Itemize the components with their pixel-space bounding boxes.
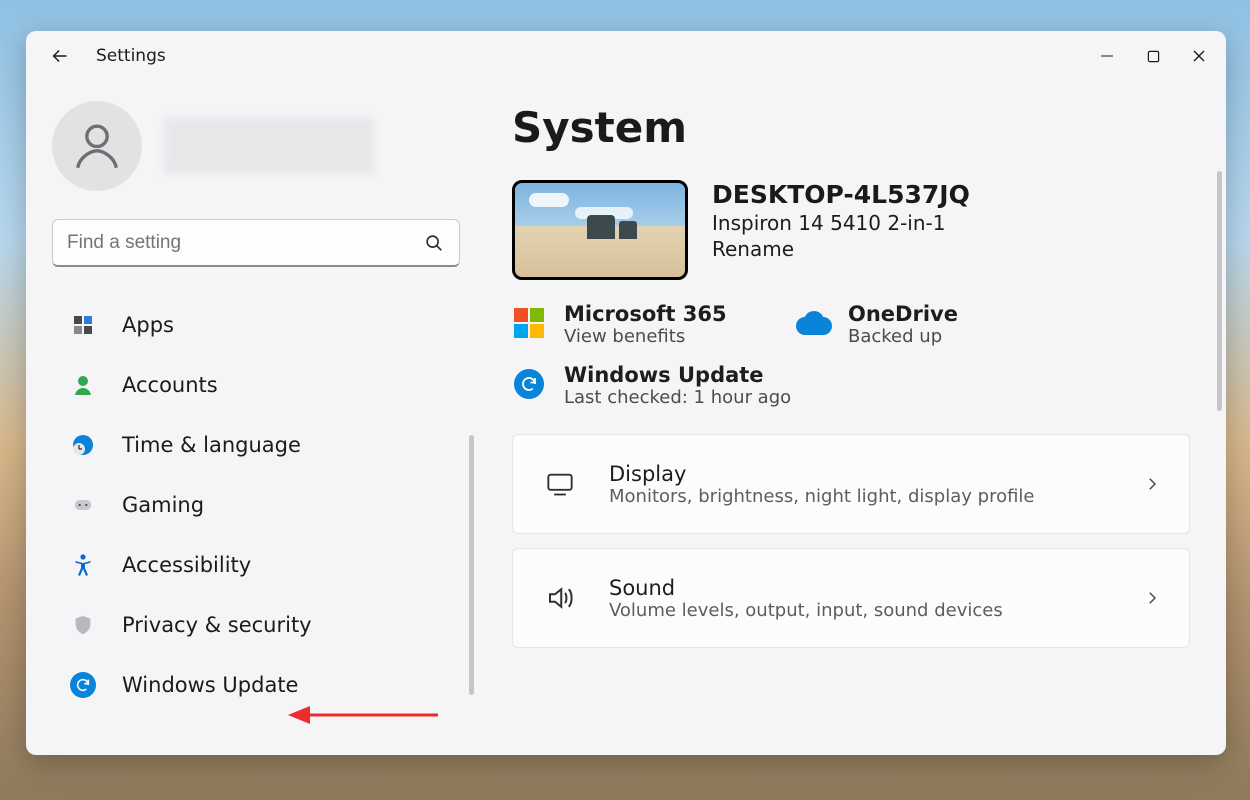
minimize-button[interactable] xyxy=(1084,36,1130,76)
close-button[interactable] xyxy=(1176,36,1222,76)
accounts-icon xyxy=(70,372,96,398)
settings-window: Settings xyxy=(26,31,1226,755)
profile-name-redacted xyxy=(164,118,374,174)
windows-update-icon xyxy=(70,672,96,698)
card-subtitle: Volume levels, output, input, sound devi… xyxy=(609,600,1113,621)
card-title: Sound xyxy=(609,576,1113,600)
close-icon xyxy=(1192,49,1206,63)
tile-subtitle: View benefits xyxy=(564,326,727,347)
tile-title: Windows Update xyxy=(564,363,791,387)
profile-block[interactable] xyxy=(52,101,460,191)
tile-microsoft-365[interactable]: Microsoft 365 View benefits xyxy=(512,302,772,347)
onedrive-icon xyxy=(796,306,830,340)
shield-icon xyxy=(70,612,96,638)
sidebar-item-time-language[interactable]: Time & language xyxy=(52,415,460,475)
accessibility-icon xyxy=(70,552,96,578)
chevron-right-icon xyxy=(1143,589,1161,607)
app-title: Settings xyxy=(96,46,166,66)
sidebar-item-label: Accessibility xyxy=(122,553,251,577)
settings-cards: Display Monitors, brightness, night ligh… xyxy=(512,434,1190,648)
sidebar-item-apps[interactable]: Apps xyxy=(52,295,460,355)
tile-title: OneDrive xyxy=(848,302,958,326)
sidebar-item-gaming[interactable]: Gaming xyxy=(52,475,460,535)
sidebar-scrollbar[interactable] xyxy=(469,435,474,695)
avatar xyxy=(52,101,142,191)
sidebar-item-label: Accounts xyxy=(122,373,218,397)
sidebar-item-label: Privacy & security xyxy=(122,613,312,637)
sidebar-item-label: Windows Update xyxy=(122,673,298,697)
sidebar: Apps Accounts Time & language xyxy=(26,81,486,755)
window-body: Apps Accounts Time & language xyxy=(26,81,1226,755)
tile-onedrive[interactable]: OneDrive Backed up xyxy=(796,302,1056,347)
status-tiles: Microsoft 365 View benefits OneDrive Bac… xyxy=(512,302,1190,347)
sidebar-item-label: Gaming xyxy=(122,493,204,517)
titlebar-left: Settings xyxy=(44,40,166,72)
arrow-left-icon xyxy=(49,45,71,67)
tile-windows-update[interactable]: Windows Update Last checked: 1 hour ago xyxy=(512,363,1190,408)
sidebar-item-accessibility[interactable]: Accessibility xyxy=(52,535,460,595)
apps-icon xyxy=(70,312,96,338)
device-model: Inspiron 14 5410 2-in-1 xyxy=(712,211,970,235)
sidebar-nav: Apps Accounts Time & language xyxy=(52,295,460,715)
microsoft-logo-icon xyxy=(512,306,546,340)
sidebar-item-privacy-security[interactable]: Privacy & security xyxy=(52,595,460,655)
main-scrollbar[interactable] xyxy=(1217,171,1222,411)
device-wallpaper-thumb[interactable] xyxy=(512,180,688,280)
card-subtitle: Monitors, brightness, night light, displ… xyxy=(609,486,1113,507)
titlebar: Settings xyxy=(26,31,1226,81)
search-icon xyxy=(423,232,445,254)
tile-title: Microsoft 365 xyxy=(564,302,727,326)
maximize-button[interactable] xyxy=(1130,36,1176,76)
sidebar-item-windows-update[interactable]: Windows Update xyxy=(52,655,460,715)
search-input[interactable] xyxy=(67,232,423,254)
window-controls xyxy=(1084,36,1222,76)
sidebar-item-label: Time & language xyxy=(122,433,301,457)
device-info: DESKTOP-4L537JQ Inspiron 14 5410 2-in-1 … xyxy=(712,180,970,261)
sidebar-item-label: Apps xyxy=(122,313,174,337)
gaming-icon xyxy=(70,492,96,518)
card-sound[interactable]: Sound Volume levels, output, input, soun… xyxy=(512,548,1190,648)
sound-icon xyxy=(541,579,579,617)
windows-update-icon xyxy=(512,367,546,401)
maximize-icon xyxy=(1147,50,1160,63)
page-title: System xyxy=(512,103,1190,152)
device-summary: DESKTOP-4L537JQ Inspiron 14 5410 2-in-1 … xyxy=(512,180,1190,280)
person-icon xyxy=(68,117,126,175)
back-button[interactable] xyxy=(44,40,76,72)
rename-link[interactable]: Rename xyxy=(712,237,970,261)
tile-subtitle: Last checked: 1 hour ago xyxy=(564,387,791,408)
main-content: System DESKTOP-4L537JQ Inspiron 14 5410 … xyxy=(486,81,1226,755)
tile-subtitle: Backed up xyxy=(848,326,958,347)
device-name: DESKTOP-4L537JQ xyxy=(712,180,970,209)
chevron-right-icon xyxy=(1143,475,1161,493)
card-title: Display xyxy=(609,462,1113,486)
time-language-icon xyxy=(70,432,96,458)
display-icon xyxy=(541,465,579,503)
card-display[interactable]: Display Monitors, brightness, night ligh… xyxy=(512,434,1190,534)
sidebar-item-accounts[interactable]: Accounts xyxy=(52,355,460,415)
minimize-icon xyxy=(1100,49,1114,63)
search-box[interactable] xyxy=(52,219,460,267)
